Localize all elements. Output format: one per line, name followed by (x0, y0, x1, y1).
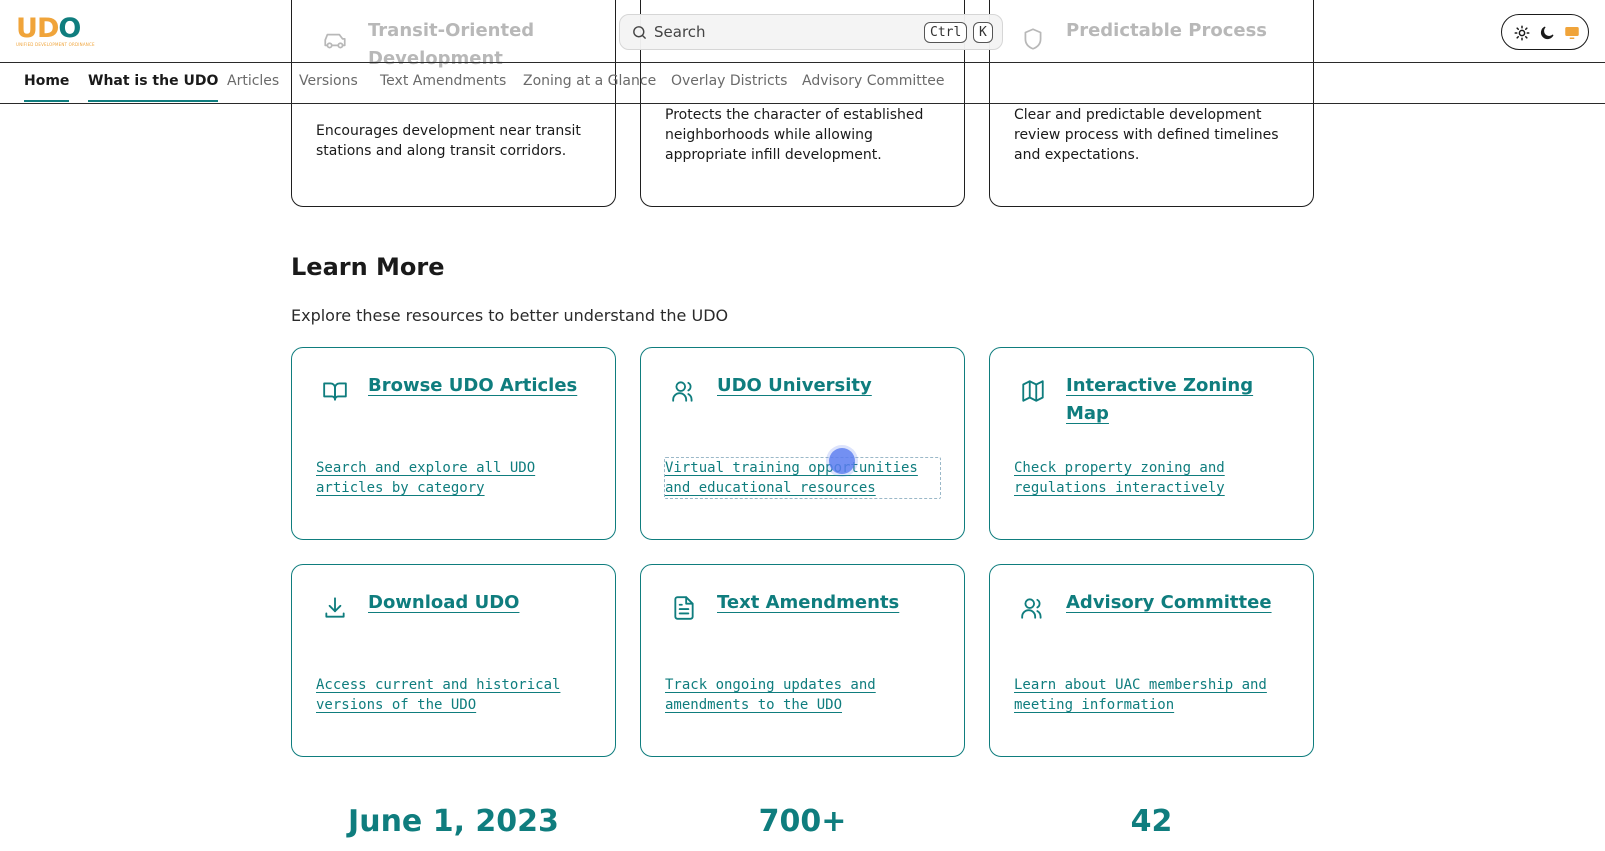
nav-articles[interactable]: Articles (227, 73, 279, 89)
learn-card-browse-articles[interactable]: Browse UDO Articles Search and explore a… (291, 347, 616, 540)
nav-what-is-udo[interactable]: What is the UDO (88, 73, 219, 102)
nav-home[interactable]: Home (24, 73, 70, 102)
moon-icon[interactable] (1538, 24, 1556, 42)
learn-card-description[interactable]: Track ongoing updates and amendments to … (665, 675, 940, 715)
learn-card-title[interactable]: Browse UDO Articles (368, 372, 595, 400)
sun-icon[interactable] (1513, 24, 1531, 42)
nav-versions[interactable]: Versions (299, 73, 358, 89)
feature-description: Protects the character of established ne… (665, 107, 924, 163)
shortcut-ctrl: Ctrl (924, 22, 968, 43)
download-icon (322, 595, 348, 621)
file-text-icon (671, 595, 697, 621)
learn-card-title[interactable]: Interactive Zoning Map (1066, 372, 1293, 428)
learn-card-udo-university[interactable]: UDO University Virtual training opportun… (640, 347, 965, 540)
learn-card-advisory-committee[interactable]: Advisory Committee Learn about UAC membe… (989, 564, 1314, 757)
map-icon (1020, 378, 1046, 404)
search-button[interactable]: Search Ctrl K (619, 14, 1003, 50)
learn-more-subtitle: Explore these resources to better unders… (291, 306, 729, 325)
search-label: Search (654, 23, 706, 41)
search-icon (631, 24, 648, 41)
nav-text-amendments[interactable]: Text Amendments (380, 73, 506, 89)
stat-count: 42 (1130, 804, 1173, 839)
page-content: Transit-Oriented Development Encourages … (0, 0, 1605, 851)
theme-switcher (1501, 14, 1589, 50)
learn-card-description[interactable]: Learn about UAC membership and meeting i… (1014, 675, 1289, 715)
nav-zoning-at-a-glance[interactable]: Zoning at a Glance (523, 73, 656, 89)
learn-card-title[interactable]: Download UDO (368, 589, 595, 617)
main-nav: Home What is the UDO Articles Versions T… (0, 63, 1605, 104)
nav-overlay-districts[interactable]: Overlay Districts (671, 73, 787, 89)
learn-card-download-udo[interactable]: Download UDO Access current and historic… (291, 564, 616, 757)
book-icon (322, 378, 348, 404)
logo-text: UDO (16, 13, 81, 44)
stat-pages: 700+ (758, 804, 847, 839)
feature-description: Encourages development near transit stat… (316, 123, 581, 159)
users-icon (1020, 595, 1046, 621)
learn-more-title: Learn More (291, 253, 445, 281)
udo-logo[interactable]: UDO UNIFIED DEVELOPMENT ORDINANCE (16, 13, 95, 48)
focus-outline (664, 457, 941, 499)
feature-description: Clear and predictable development review… (1014, 107, 1279, 163)
stat-effective-date: June 1, 2023 (348, 804, 559, 839)
logo-tagline: UNIFIED DEVELOPMENT ORDINANCE (16, 42, 95, 47)
learn-card-description[interactable]: Search and explore all UDO articles by c… (316, 458, 591, 498)
users-icon (671, 378, 697, 404)
learn-card-text-amendments[interactable]: Text Amendments Track ongoing updates an… (640, 564, 965, 757)
top-bar: UDO UNIFIED DEVELOPMENT ORDINANCE Search… (0, 0, 1605, 63)
learn-card-title[interactable]: UDO University (717, 372, 944, 400)
nav-advisory-committee[interactable]: Advisory Committee (802, 73, 944, 89)
learn-card-title[interactable]: Text Amendments (717, 589, 944, 617)
pointer-cursor (829, 448, 855, 474)
shortcut-k: K (973, 22, 993, 43)
learn-card-zoning-map[interactable]: Interactive Zoning Map Check property zo… (989, 347, 1314, 540)
learn-card-description[interactable]: Check property zoning and regulations in… (1014, 458, 1289, 498)
learn-card-description[interactable]: Access current and historical versions o… (316, 675, 591, 715)
learn-card-title[interactable]: Advisory Committee (1066, 589, 1293, 617)
monitor-icon[interactable] (1563, 24, 1581, 42)
